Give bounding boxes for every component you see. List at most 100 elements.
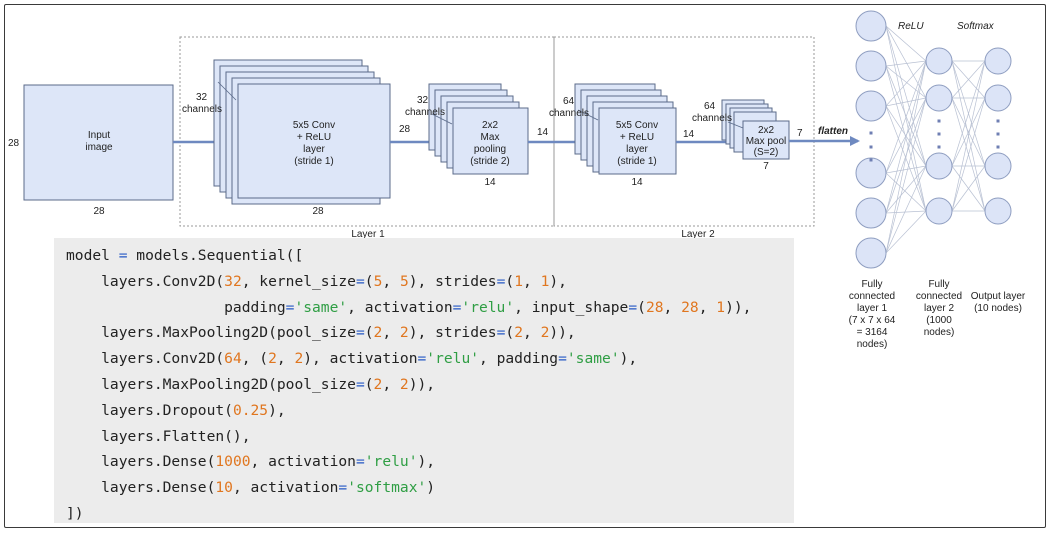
fc2-caption-line: connected xyxy=(916,291,962,302)
conv1-label-line: + ReLU xyxy=(297,132,331,143)
conv1-dim-bottom: 28 xyxy=(312,206,324,217)
output-caption: Output layer (10 nodes) xyxy=(971,291,1026,314)
code-line: layers.Conv2D(64, (2, 2), activation='re… xyxy=(66,346,794,372)
code-token: ]) xyxy=(66,504,84,522)
fc2-caption-line: layer 2 xyxy=(924,303,954,314)
code-token: 2 xyxy=(514,324,523,342)
code-token: ( xyxy=(637,298,646,316)
output-node xyxy=(984,197,1012,225)
code-token: ), xyxy=(549,272,567,290)
conv2-dim-right: 14 xyxy=(683,129,695,140)
code-token: , xyxy=(382,375,400,393)
pool2-channels-num: 64 xyxy=(704,101,716,112)
output-caption-line: Output layer xyxy=(971,291,1026,302)
code-token: , xyxy=(698,298,717,316)
fc-edge xyxy=(885,97,927,174)
pool2-dim-bottom: 7 xyxy=(763,161,769,172)
code-token: )), xyxy=(549,324,576,342)
code-token: 'same' xyxy=(294,298,348,316)
code-token: ( xyxy=(364,375,374,393)
code-token: = xyxy=(558,350,567,368)
code-token: )), xyxy=(408,375,436,393)
fc-edge xyxy=(885,165,927,174)
code-token: ), strides xyxy=(408,324,497,342)
softmax-label: Softmax xyxy=(957,21,995,32)
flatten-label: flatten xyxy=(818,126,848,137)
fc1-node xyxy=(855,90,887,122)
conv1-label-line: (stride 1) xyxy=(294,156,333,167)
ellipsis-dot xyxy=(996,132,1000,136)
code-token: , xyxy=(663,298,682,316)
ellipsis-dot xyxy=(996,119,1000,123)
conv2-label-line: 5x5 Conv xyxy=(616,120,658,131)
fc-edge xyxy=(885,25,927,167)
pool2-channels-word: channels xyxy=(692,113,732,124)
fc-edge xyxy=(885,25,927,212)
ellipsis-dot xyxy=(869,145,873,149)
fc2-node xyxy=(925,47,953,75)
pool1-label-line: Max xyxy=(481,132,500,143)
fc1-caption-line: (7 x 7 x 64 xyxy=(849,315,896,326)
fc1-caption-line: layer 1 xyxy=(857,303,887,314)
code-token: 'softmax' xyxy=(347,479,427,497)
code-token: , kernel_size xyxy=(241,272,356,290)
code-token: ), xyxy=(417,453,436,471)
code-token: , xyxy=(382,272,400,290)
fc-edge xyxy=(885,65,927,99)
code-token: layers.Conv2D( xyxy=(66,272,225,290)
conv1-label-line: 5x5 Conv xyxy=(293,120,335,131)
code-token: , xyxy=(523,272,541,290)
ellipsis-dot xyxy=(869,158,873,162)
code-token: ( xyxy=(364,324,374,342)
code-token: layers.MaxPooling2D(pool_size xyxy=(66,324,356,342)
code-token: 1 xyxy=(716,298,726,316)
code-line: layers.Dense(1000, activation='relu'), xyxy=(66,449,794,475)
pool1-label-line: (stride 2) xyxy=(470,156,509,167)
code-token: ) xyxy=(426,479,436,497)
fc1-node xyxy=(855,197,887,229)
code-token: layers.MaxPooling2D(pool_size xyxy=(66,375,356,393)
code-token: ), activation xyxy=(303,350,418,368)
code-token: = xyxy=(355,324,365,342)
code-token: , xyxy=(276,350,295,368)
fc-edge xyxy=(885,210,927,254)
code-token: ), xyxy=(619,350,638,368)
code-token: 2 xyxy=(399,375,409,393)
code-token: = xyxy=(355,453,365,471)
code-line: layers.Flatten(), xyxy=(66,424,794,450)
code-token: 'relu' xyxy=(461,298,515,316)
conv2-label-line: layer xyxy=(626,144,648,155)
code-line: padding='same', activation='relu', input… xyxy=(66,295,794,321)
code-token: 0.25 xyxy=(232,401,269,419)
code-token: , activation xyxy=(347,298,453,316)
ellipsis-dot xyxy=(937,145,941,149)
pool2-label-line: Max pool xyxy=(746,136,787,147)
input-image-label-line2: image xyxy=(85,142,113,153)
fc1-caption-line: connected xyxy=(849,291,895,302)
relu-label: ReLU xyxy=(898,21,924,32)
conv2-label-line: (stride 1) xyxy=(617,156,656,167)
code-token: 5 xyxy=(399,272,409,290)
code-line: layers.MaxPooling2D(pool_size=(2, 2), st… xyxy=(66,320,794,346)
code-token: = xyxy=(338,479,348,497)
ellipsis-dot xyxy=(937,132,941,136)
code-token: 64 xyxy=(224,350,242,368)
pool2-dim-right: 7 xyxy=(797,128,803,139)
code-token: 'relu' xyxy=(426,350,480,368)
code-token: ), xyxy=(268,401,286,419)
code-token: layers.Dense( xyxy=(66,479,216,497)
code-token: = xyxy=(355,375,365,393)
fc1-caption-line: = 3164 xyxy=(857,327,888,338)
ellipsis-dot xyxy=(937,119,941,123)
pool1-channels-word: channels xyxy=(405,107,445,118)
input-dim-bottom: 28 xyxy=(93,206,105,217)
fc1-node xyxy=(855,50,887,82)
code-token: ( xyxy=(505,324,515,342)
fc2-caption: Fully connected layer 2 (1000 nodes) xyxy=(916,279,962,338)
conv2-dim-bottom: 14 xyxy=(631,177,643,188)
fc2-node xyxy=(925,197,953,225)
code-line: layers.Dense(10, activation='softmax') xyxy=(66,475,794,501)
code-token: 1 xyxy=(514,272,523,290)
code-token: 2 xyxy=(294,350,304,368)
code-token: 2 xyxy=(268,350,277,368)
